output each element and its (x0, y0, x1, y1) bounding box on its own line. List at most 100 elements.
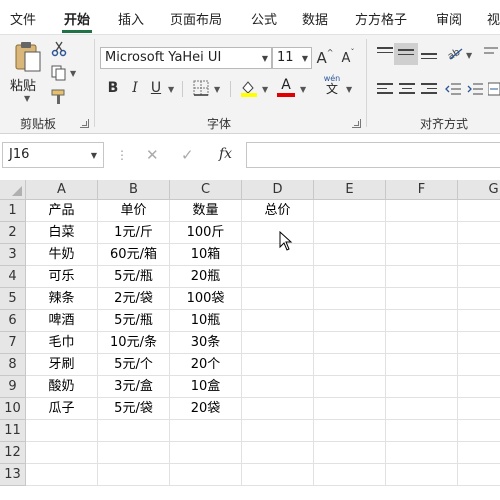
increase-font-size-button[interactable]: A ^ (316, 48, 334, 68)
italic-button[interactable]: I (126, 79, 144, 97)
row-header-6[interactable]: 6 (0, 310, 26, 332)
cut-icon[interactable] (51, 41, 67, 57)
formula-input[interactable] (246, 142, 500, 168)
bold-button[interactable]: B (104, 79, 122, 97)
insert-function-button[interactable]: fx (219, 146, 232, 162)
cell-e11[interactable] (314, 420, 386, 442)
row-header-2[interactable]: 2 (0, 222, 26, 244)
fill-color-dropdown-arrow[interactable]: ▼ (262, 85, 268, 94)
cell-f6[interactable] (386, 310, 458, 332)
cell-d5[interactable] (242, 288, 314, 310)
cell-b12[interactable] (98, 442, 170, 464)
paste-button[interactable]: 粘贴 ▼ (10, 39, 46, 109)
cell-g1[interactable] (458, 200, 500, 222)
cell-c12[interactable] (170, 442, 242, 464)
cell-f8[interactable] (386, 354, 458, 376)
column-header-e[interactable]: E (314, 180, 386, 200)
borders-icon[interactable] (193, 80, 209, 96)
align-bottom-icon[interactable] (421, 53, 437, 67)
cell-g4[interactable] (458, 266, 500, 288)
phonetic-dropdown-arrow[interactable]: ▼ (346, 85, 352, 94)
row-header-4[interactable]: 4 (0, 266, 26, 288)
select-all-button[interactable] (0, 180, 26, 200)
cell-a2[interactable]: 白菜 (26, 222, 98, 244)
cell-a6[interactable]: 啤酒 (26, 310, 98, 332)
cell-e9[interactable] (314, 376, 386, 398)
wrap-text-icon[interactable] (484, 45, 498, 61)
underline-button[interactable]: U (147, 79, 165, 97)
cell-b1[interactable]: 单价 (98, 200, 170, 222)
cell-c9[interactable]: 10盒 (170, 376, 242, 398)
row-header-1[interactable]: 1 (0, 200, 26, 222)
copy-icon[interactable] (51, 65, 67, 81)
tab-fangfang[interactable]: 方方格子 (355, 9, 407, 28)
cell-d1[interactable]: 总价 (242, 200, 314, 222)
cell-f9[interactable] (386, 376, 458, 398)
font-size-select[interactable]: 11 ▼ (272, 47, 312, 69)
cell-d13[interactable] (242, 464, 314, 486)
borders-dropdown-arrow[interactable]: ▼ (214, 85, 220, 94)
cell-c4[interactable]: 20瓶 (170, 266, 242, 288)
align-top-icon[interactable] (377, 47, 393, 61)
orientation-icon[interactable]: ab (446, 45, 464, 61)
cell-d10[interactable] (242, 398, 314, 420)
align-center-icon[interactable] (399, 83, 415, 97)
cell-b5[interactable]: 2元/袋 (98, 288, 170, 310)
font-color-dropdown-arrow[interactable]: ▼ (300, 85, 306, 94)
cell-g8[interactable] (458, 354, 500, 376)
align-left-icon[interactable] (377, 83, 393, 97)
cell-g11[interactable] (458, 420, 500, 442)
cancel-icon[interactable]: ✕ (146, 146, 159, 164)
cell-e12[interactable] (314, 442, 386, 464)
row-header-13[interactable]: 13 (0, 464, 26, 486)
cell-a13[interactable] (26, 464, 98, 486)
cell-d8[interactable] (242, 354, 314, 376)
font-color-button[interactable]: A (277, 77, 295, 97)
increase-indent-icon[interactable] (467, 82, 483, 96)
column-header-f[interactable]: F (386, 180, 458, 200)
cell-g5[interactable] (458, 288, 500, 310)
row-header-12[interactable]: 12 (0, 442, 26, 464)
cell-a10[interactable]: 瓜子 (26, 398, 98, 420)
phonetic-button[interactable]: wén 文 (320, 75, 344, 99)
cell-e2[interactable] (314, 222, 386, 244)
column-header-d[interactable]: D (242, 180, 314, 200)
tab-home[interactable]: 开始 (64, 9, 90, 28)
cell-g12[interactable] (458, 442, 500, 464)
format-painter-icon[interactable] (51, 89, 67, 105)
cell-d6[interactable] (242, 310, 314, 332)
cell-c2[interactable]: 100斤 (170, 222, 242, 244)
cell-a8[interactable]: 牙刷 (26, 354, 98, 376)
row-header-7[interactable]: 7 (0, 332, 26, 354)
cell-e13[interactable] (314, 464, 386, 486)
cell-c5[interactable]: 100袋 (170, 288, 242, 310)
cell-f2[interactable] (386, 222, 458, 244)
cell-d7[interactable] (242, 332, 314, 354)
row-header-9[interactable]: 9 (0, 376, 26, 398)
cell-d12[interactable] (242, 442, 314, 464)
cell-b10[interactable]: 5元/袋 (98, 398, 170, 420)
row-header-3[interactable]: 3 (0, 244, 26, 266)
cell-e6[interactable] (314, 310, 386, 332)
cell-b11[interactable] (98, 420, 170, 442)
cell-d9[interactable] (242, 376, 314, 398)
cell-a4[interactable]: 可乐 (26, 266, 98, 288)
name-box[interactable]: J16 ▼ (2, 142, 104, 168)
cell-f7[interactable] (386, 332, 458, 354)
cell-d11[interactable] (242, 420, 314, 442)
cell-b13[interactable] (98, 464, 170, 486)
cell-f1[interactable] (386, 200, 458, 222)
cell-c13[interactable] (170, 464, 242, 486)
decrease-font-size-button[interactable]: Aˇ (339, 48, 357, 67)
orientation-dropdown-arrow[interactable]: ▼ (466, 51, 472, 60)
cell-c7[interactable]: 30条 (170, 332, 242, 354)
cell-f12[interactable] (386, 442, 458, 464)
cell-d4[interactable] (242, 266, 314, 288)
decrease-indent-icon[interactable] (445, 82, 461, 96)
row-header-10[interactable]: 10 (0, 398, 26, 420)
cell-f4[interactable] (386, 266, 458, 288)
cell-c3[interactable]: 10箱 (170, 244, 242, 266)
column-header-g[interactable]: G (458, 180, 500, 200)
cell-b7[interactable]: 10元/条 (98, 332, 170, 354)
merge-center-icon[interactable] (488, 82, 500, 96)
